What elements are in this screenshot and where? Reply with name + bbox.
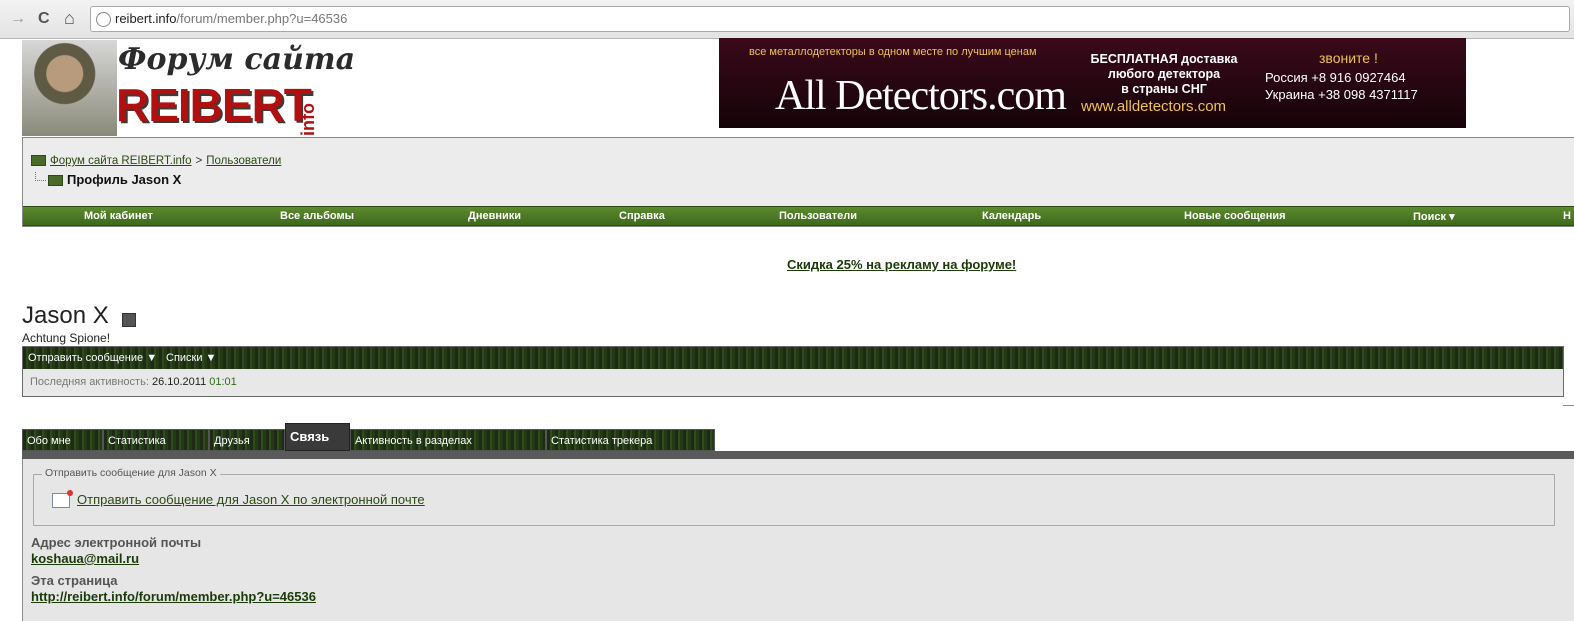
tab-label: Активность в разделах xyxy=(355,435,472,447)
forward-icon[interactable]: → xyxy=(10,10,26,28)
tab-label: Обо мне xyxy=(27,435,71,447)
browser-toolbar: → C ⌂ reibert.info/forum/member.php?u=46… xyxy=(0,0,1574,39)
last-activity-label: Последняя активность: xyxy=(30,376,149,388)
action-bar-menu: Отправить сообщение ▼ Списки ▼ xyxy=(23,347,1563,369)
nav-my-cabinet[interactable]: Мой кабинет xyxy=(84,210,153,222)
nav-help[interactable]: Справка xyxy=(619,210,665,222)
lists-menu[interactable]: Списки ▼ xyxy=(166,352,216,364)
reload-icon[interactable]: C xyxy=(38,10,50,28)
logo-suffix: info xyxy=(298,103,318,136)
profile-url-link[interactable]: http://reibert.info/forum/member.php?u=4… xyxy=(31,589,316,604)
breadcrumb: Форум сайта REIBERT.info > Пользователи xyxy=(31,155,281,167)
fieldset-legend: Отправить сообщение для Jason X xyxy=(42,467,220,479)
main-navbar: Мой кабинет Все альбомы Дневники Справка… xyxy=(23,206,1574,226)
banner-delivery: БЕСПЛАТНАЯ доставка любого детектора в с… xyxy=(1069,52,1259,97)
email-address-link[interactable]: koshaua@mail.ru xyxy=(31,551,139,566)
breadcrumb-current: Профиль Jason X xyxy=(35,172,181,187)
email-label: Адрес электронной почты xyxy=(31,535,202,550)
breadcrumb-panel: Форум сайта REIBERT.info > Пользователи Пр… xyxy=(22,137,1574,227)
address-url[interactable]: reibert.info/forum/member.php?u=46536 xyxy=(115,11,347,26)
page-title: Профиль Jason X xyxy=(67,172,182,187)
this-page-label: Эта страница xyxy=(31,573,118,588)
banner-call: звоните ! xyxy=(1319,50,1378,66)
tab-strip-border xyxy=(22,451,1574,459)
banner-phone-ru: Россия +8 916 0927464 xyxy=(1265,70,1406,85)
nav-search[interactable]: Поиск ▾ xyxy=(1413,210,1455,223)
home-icon[interactable]: ⌂ xyxy=(64,8,75,29)
tab-friends[interactable]: Друзья xyxy=(209,429,285,451)
tab-tracker-stats[interactable]: Статистика трекера xyxy=(546,429,715,451)
last-activity: Последняя активность: 26.10.2011 01:01 xyxy=(30,376,237,388)
banner-delivery-line: в страны СНГ xyxy=(1121,82,1207,96)
username-heading: Jason X xyxy=(22,302,109,329)
banner-tagline: все металлодетекторы в одном месте по лу… xyxy=(749,46,1037,58)
last-activity-time: 01:01 xyxy=(209,376,237,388)
breadcrumb-root-link[interactable]: Форум сайта REIBERT.info xyxy=(50,155,192,167)
send-email-link[interactable]: Отправить сообщение для Jason X по элект… xyxy=(77,492,425,507)
folder-icon xyxy=(48,175,63,187)
logo-brand: REIBERT xyxy=(116,79,312,131)
tab-section-activity[interactable]: Активность в разделах xyxy=(350,429,546,451)
nav-calendar[interactable]: Календарь xyxy=(982,210,1041,222)
tab-about[interactable]: Обо мне xyxy=(22,429,103,451)
tab-label: Статистика xyxy=(108,435,166,447)
nav-truncated[interactable]: Н xyxy=(1563,210,1571,222)
right-edge-frame xyxy=(1563,405,1574,452)
ad-banner[interactable]: все металлодетекторы в одном месте по лу… xyxy=(719,38,1466,128)
profile-action-bar: Отправить сообщение ▼ Списки ▼ Последняя… xyxy=(22,346,1564,397)
last-activity-date: 26.10.2011 xyxy=(151,376,207,388)
send-message-fieldset: Отправить сообщение для Jason X Отправит… xyxy=(33,467,1555,526)
contact-panel: Отправить сообщение для Jason X Отправит… xyxy=(22,459,1574,621)
banner-site: www.alldetectors.com xyxy=(1081,98,1227,115)
tree-connector-icon xyxy=(35,172,46,181)
send-message-menu[interactable]: Отправить сообщение ▼ xyxy=(28,352,157,364)
user-title: Achtung Spione! xyxy=(22,331,111,345)
nav-all-albums[interactable]: Все альбомы xyxy=(280,210,354,222)
soldier-logo-image xyxy=(22,40,117,136)
globe-icon xyxy=(96,12,111,27)
banner-delivery-line: любого детектора xyxy=(1107,67,1221,81)
folder-icon xyxy=(31,155,46,167)
address-bar[interactable]: reibert.info/forum/member.php?u=46536 xyxy=(90,6,1570,32)
tab-label: Статистика трекера xyxy=(551,435,653,447)
banner-phone-ua: Украина +38 098 4371117 xyxy=(1265,87,1418,102)
tab-statistics[interactable]: Статистика xyxy=(103,429,209,451)
tab-label: Связь xyxy=(290,429,330,444)
nav-new-posts[interactable]: Новые сообщения xyxy=(1184,210,1286,222)
email-icon xyxy=(52,490,73,508)
offline-status-icon xyxy=(122,313,136,327)
promo-link[interactable]: Скидка 25% на рекламу на форуме! xyxy=(787,257,1016,272)
breadcrumb-separator: > xyxy=(195,155,203,167)
tab-label: Друзья xyxy=(214,435,250,447)
nav-diaries[interactable]: Дневники xyxy=(468,210,521,222)
banner-brand: All Detectors.com xyxy=(775,73,1067,119)
tab-contact[interactable]: Связь xyxy=(285,423,350,451)
url-path: /forum/member.php?u=46536 xyxy=(176,11,348,26)
breadcrumb-users-link[interactable]: Пользователи xyxy=(206,155,281,167)
logo-title: Форум сайта xyxy=(118,42,356,77)
nav-users[interactable]: Пользователи xyxy=(779,210,857,222)
url-host: reibert.info xyxy=(115,11,177,26)
banner-delivery-line: БЕСПЛАТНАЯ доставка xyxy=(1090,52,1238,66)
site-logo[interactable]: Форум сайта REIBERT info xyxy=(22,40,355,136)
